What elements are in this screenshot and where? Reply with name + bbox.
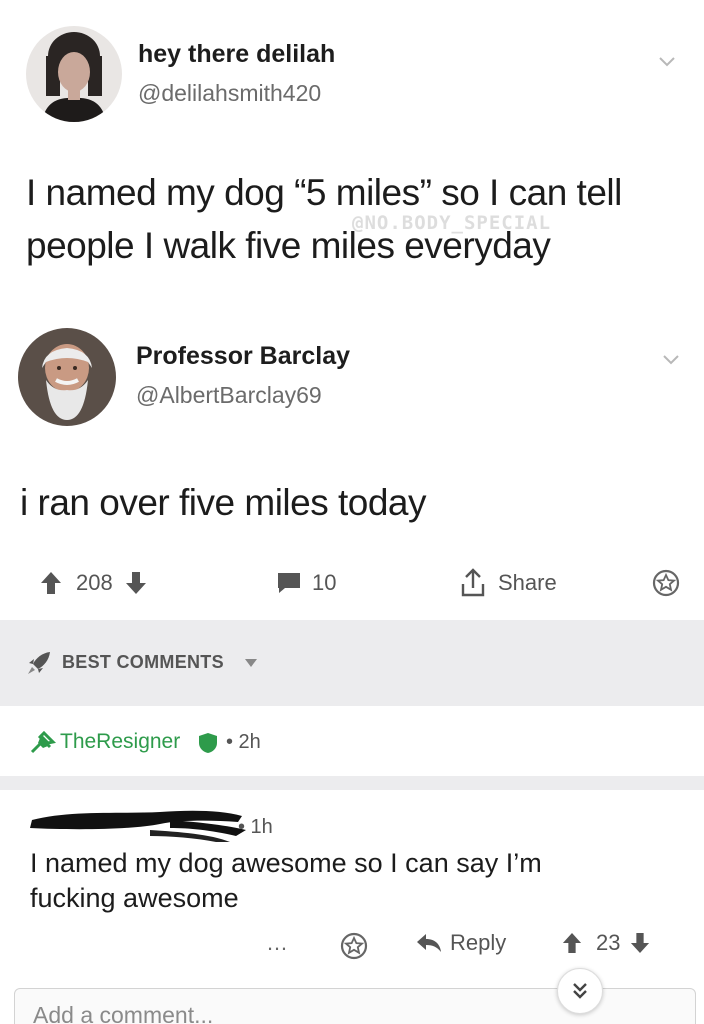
more-options-button[interactable]: … (266, 930, 288, 956)
comment-time: • 2h (226, 731, 261, 753)
watermark: @NO.BODY_SPECIAL (352, 212, 552, 234)
comment-score: 23 (596, 930, 621, 955)
display-name[interactable]: hey there delilah (138, 40, 335, 69)
sort-comments-bar[interactable]: BEST COMMENTS (0, 620, 704, 706)
avatar-barclay[interactable] (18, 328, 116, 426)
vote-group: 208 (40, 552, 147, 614)
save-button[interactable] (652, 552, 680, 614)
comment-time: • 1h (238, 816, 273, 838)
comment-text: I named my dog awesome so I can say I’m … (30, 848, 542, 913)
redacted-username (30, 810, 246, 842)
downvote-arrow-icon[interactable] (125, 571, 147, 595)
post-score: 208 (76, 570, 113, 595)
reply-arrow-icon (417, 934, 441, 952)
share-button[interactable]: Share (460, 552, 557, 614)
chevron-down-icon[interactable] (660, 348, 682, 370)
post-action-bar: 208 10 Share (0, 552, 704, 614)
comment-vote-group: 23 (562, 930, 650, 956)
share-icon (461, 568, 485, 597)
star-icon[interactable] (340, 932, 368, 960)
best-comments-label: BEST COMMENTS (62, 652, 224, 672)
user-handle[interactable]: @AlbertBarclay69 (136, 382, 322, 409)
comment-bubble-icon (278, 573, 300, 593)
moderator-shield-icon (199, 733, 217, 753)
rocket-icon (28, 652, 50, 674)
tweet-text: i ran over five miles today (20, 482, 427, 523)
upvote-arrow-icon[interactable] (562, 932, 582, 954)
share-label: Share (498, 570, 557, 595)
comment-theresigner: TheResigner • 2h (0, 706, 704, 778)
tweet-delilah: hey there delilah @delilahsmith420 I nam… (0, 0, 704, 300)
pin-icon (30, 730, 56, 754)
tweet-barclay: Professor Barclay @AlbertBarclay69 i ran… (0, 300, 704, 550)
comment-divider (0, 776, 704, 790)
display-name[interactable]: Professor Barclay (136, 342, 350, 371)
comments-button[interactable]: 10 (276, 552, 336, 614)
downvote-arrow-icon[interactable] (630, 932, 650, 954)
double-chevron-down-icon (573, 983, 587, 999)
jump-to-next-button[interactable] (557, 968, 603, 1014)
upvote-arrow-icon[interactable] (40, 571, 62, 595)
add-comment-input[interactable] (33, 1001, 593, 1024)
caret-down-icon (245, 659, 257, 667)
comment-action-bar: … Reply 23 (0, 922, 704, 972)
comment-author[interactable]: TheResigner (60, 730, 180, 754)
reply-label: Reply (450, 930, 507, 955)
chevron-down-icon[interactable] (656, 50, 678, 72)
reply-button[interactable]: Reply (416, 930, 506, 956)
user-handle[interactable]: @delilahsmith420 (138, 80, 321, 107)
star-icon (652, 569, 680, 597)
avatar-delilah[interactable] (26, 26, 122, 122)
comment-count: 10 (312, 570, 337, 595)
